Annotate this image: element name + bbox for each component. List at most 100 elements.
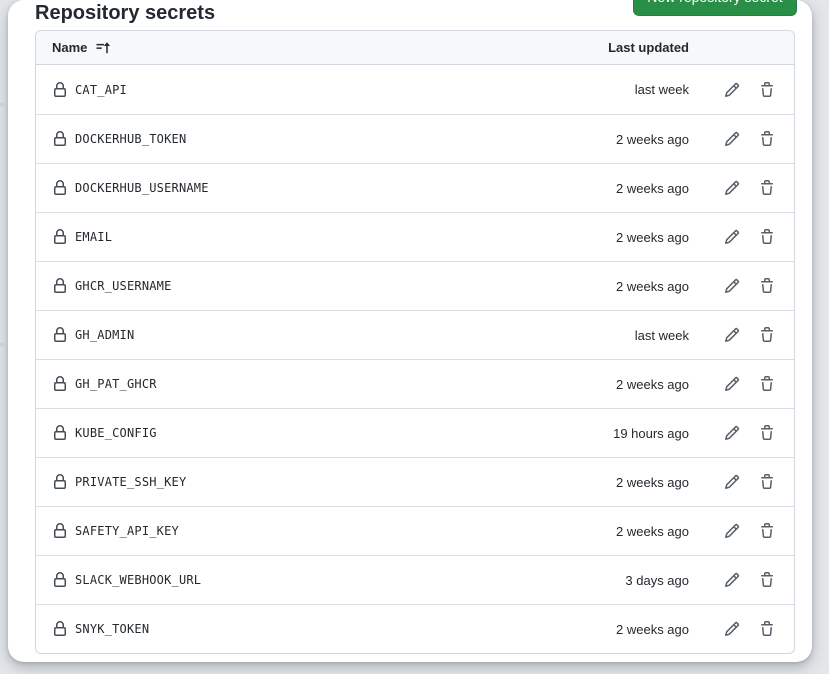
table-row: PRIVATE_SSH_KEY 2 weeks ago bbox=[36, 457, 794, 506]
table-row: DOCKERHUB_USERNAME 2 weeks ago bbox=[36, 163, 794, 212]
secret-name-cell: EMAIL bbox=[36, 229, 616, 245]
table-row: GH_ADMIN last week bbox=[36, 310, 794, 359]
secret-name: CAT_API bbox=[75, 82, 127, 97]
secret-last-updated: 3 days ago bbox=[625, 572, 689, 588]
pencil-icon bbox=[724, 229, 740, 245]
table-row: CAT_API last week bbox=[36, 65, 794, 114]
edit-secret-button[interactable] bbox=[718, 76, 746, 104]
lock-icon bbox=[52, 572, 68, 588]
secret-last-updated: 2 weeks ago bbox=[616, 180, 689, 196]
secret-name-cell: SAFETY_API_KEY bbox=[36, 523, 616, 539]
table-row: SLACK_WEBHOOK_URL 3 days ago bbox=[36, 555, 794, 604]
trash-icon bbox=[759, 278, 775, 294]
delete-secret-button[interactable] bbox=[753, 468, 781, 496]
pencil-icon bbox=[724, 327, 740, 343]
secret-name-cell: PRIVATE_SSH_KEY bbox=[36, 474, 616, 490]
delete-secret-button[interactable] bbox=[753, 566, 781, 594]
secret-name: DOCKERHUB_USERNAME bbox=[75, 181, 209, 195]
delete-secret-button[interactable] bbox=[753, 321, 781, 349]
delete-secret-button[interactable] bbox=[753, 517, 781, 545]
secret-name-cell: DOCKERHUB_USERNAME bbox=[36, 180, 616, 196]
secret-last-updated: 2 weeks ago bbox=[616, 474, 689, 490]
page-edge-artifact bbox=[0, 103, 7, 106]
table-row: EMAIL 2 weeks ago bbox=[36, 212, 794, 261]
row-actions bbox=[689, 125, 794, 153]
name-column-label: Name bbox=[52, 40, 88, 55]
secrets-page-card: Repository secrets New repository secret… bbox=[8, 0, 812, 662]
column-header-last-updated: Last updated bbox=[608, 40, 689, 55]
lock-icon bbox=[52, 278, 68, 294]
table-row: KUBE_CONFIG 19 hours ago bbox=[36, 408, 794, 457]
edit-secret-button[interactable] bbox=[718, 517, 746, 545]
secret-last-updated: last week bbox=[634, 327, 689, 343]
secret-name-cell: KUBE_CONFIG bbox=[36, 425, 613, 441]
delete-secret-button[interactable] bbox=[753, 370, 781, 398]
trash-icon bbox=[759, 131, 775, 147]
pencil-icon bbox=[724, 523, 740, 539]
delete-secret-button[interactable] bbox=[753, 272, 781, 300]
trash-icon bbox=[759, 327, 775, 343]
lock-icon bbox=[52, 327, 68, 343]
lock-icon bbox=[52, 229, 68, 245]
trash-icon bbox=[759, 229, 775, 245]
row-actions bbox=[689, 370, 794, 398]
pencil-icon bbox=[724, 425, 740, 441]
edit-secret-button[interactable] bbox=[718, 468, 746, 496]
new-repository-secret-button[interactable]: New repository secret bbox=[633, 0, 797, 16]
delete-secret-button[interactable] bbox=[753, 125, 781, 153]
pencil-icon bbox=[724, 474, 740, 490]
secret-name: SNYK_TOKEN bbox=[75, 622, 150, 636]
trash-icon bbox=[759, 81, 775, 98]
edit-secret-button[interactable] bbox=[718, 223, 746, 251]
secret-name: EMAIL bbox=[75, 230, 113, 244]
lock-icon bbox=[52, 621, 68, 637]
lock-icon bbox=[52, 131, 68, 147]
secrets-table: Name Last updated CAT_API last week DOCK… bbox=[35, 30, 795, 654]
edit-secret-button[interactable] bbox=[718, 370, 746, 398]
pencil-icon bbox=[724, 131, 740, 147]
column-header-name[interactable]: Name bbox=[52, 40, 111, 56]
trash-icon bbox=[759, 425, 775, 441]
trash-icon bbox=[759, 376, 775, 392]
secret-name-cell: GH_PAT_GHCR bbox=[36, 376, 616, 392]
secret-last-updated: 2 weeks ago bbox=[616, 376, 689, 392]
delete-secret-button[interactable] bbox=[753, 419, 781, 447]
table-row: DOCKERHUB_TOKEN 2 weeks ago bbox=[36, 114, 794, 163]
row-actions bbox=[689, 566, 794, 594]
lock-icon bbox=[52, 425, 68, 441]
secret-last-updated: 19 hours ago bbox=[613, 425, 689, 441]
secret-name-cell: GH_ADMIN bbox=[36, 327, 635, 343]
row-actions bbox=[689, 76, 794, 104]
secret-last-updated: 2 weeks ago bbox=[616, 229, 689, 245]
edit-secret-button[interactable] bbox=[718, 566, 746, 594]
secret-name: DOCKERHUB_TOKEN bbox=[75, 132, 187, 146]
edit-secret-button[interactable] bbox=[718, 125, 746, 153]
row-actions bbox=[689, 272, 794, 300]
secret-name-cell: CAT_API bbox=[36, 81, 635, 98]
table-row: GHCR_USERNAME 2 weeks ago bbox=[36, 261, 794, 310]
delete-secret-button[interactable] bbox=[753, 615, 781, 643]
secret-name: SLACK_WEBHOOK_URL bbox=[75, 573, 202, 587]
row-actions bbox=[689, 321, 794, 349]
secret-last-updated: 2 weeks ago bbox=[616, 278, 689, 294]
row-actions bbox=[689, 615, 794, 643]
secret-name-cell: DOCKERHUB_TOKEN bbox=[36, 131, 616, 147]
pencil-icon bbox=[724, 82, 740, 98]
secret-name: GHCR_USERNAME bbox=[75, 279, 172, 293]
delete-secret-button[interactable] bbox=[753, 223, 781, 251]
page-title: Repository secrets bbox=[35, 1, 216, 24]
secret-name: GH_ADMIN bbox=[75, 328, 135, 342]
edit-secret-button[interactable] bbox=[718, 419, 746, 447]
secret-name: KUBE_CONFIG bbox=[75, 426, 157, 440]
edit-secret-button[interactable] bbox=[718, 272, 746, 300]
edit-secret-button[interactable] bbox=[718, 615, 746, 643]
row-actions bbox=[689, 223, 794, 251]
delete-secret-button[interactable] bbox=[753, 174, 781, 202]
secret-last-updated: 2 weeks ago bbox=[616, 523, 689, 539]
pencil-icon bbox=[724, 572, 740, 588]
edit-secret-button[interactable] bbox=[718, 174, 746, 202]
edit-secret-button[interactable] bbox=[718, 321, 746, 349]
table-row: GH_PAT_GHCR 2 weeks ago bbox=[36, 359, 794, 408]
table-header: Name Last updated bbox=[36, 31, 794, 65]
delete-secret-button[interactable] bbox=[753, 76, 781, 104]
